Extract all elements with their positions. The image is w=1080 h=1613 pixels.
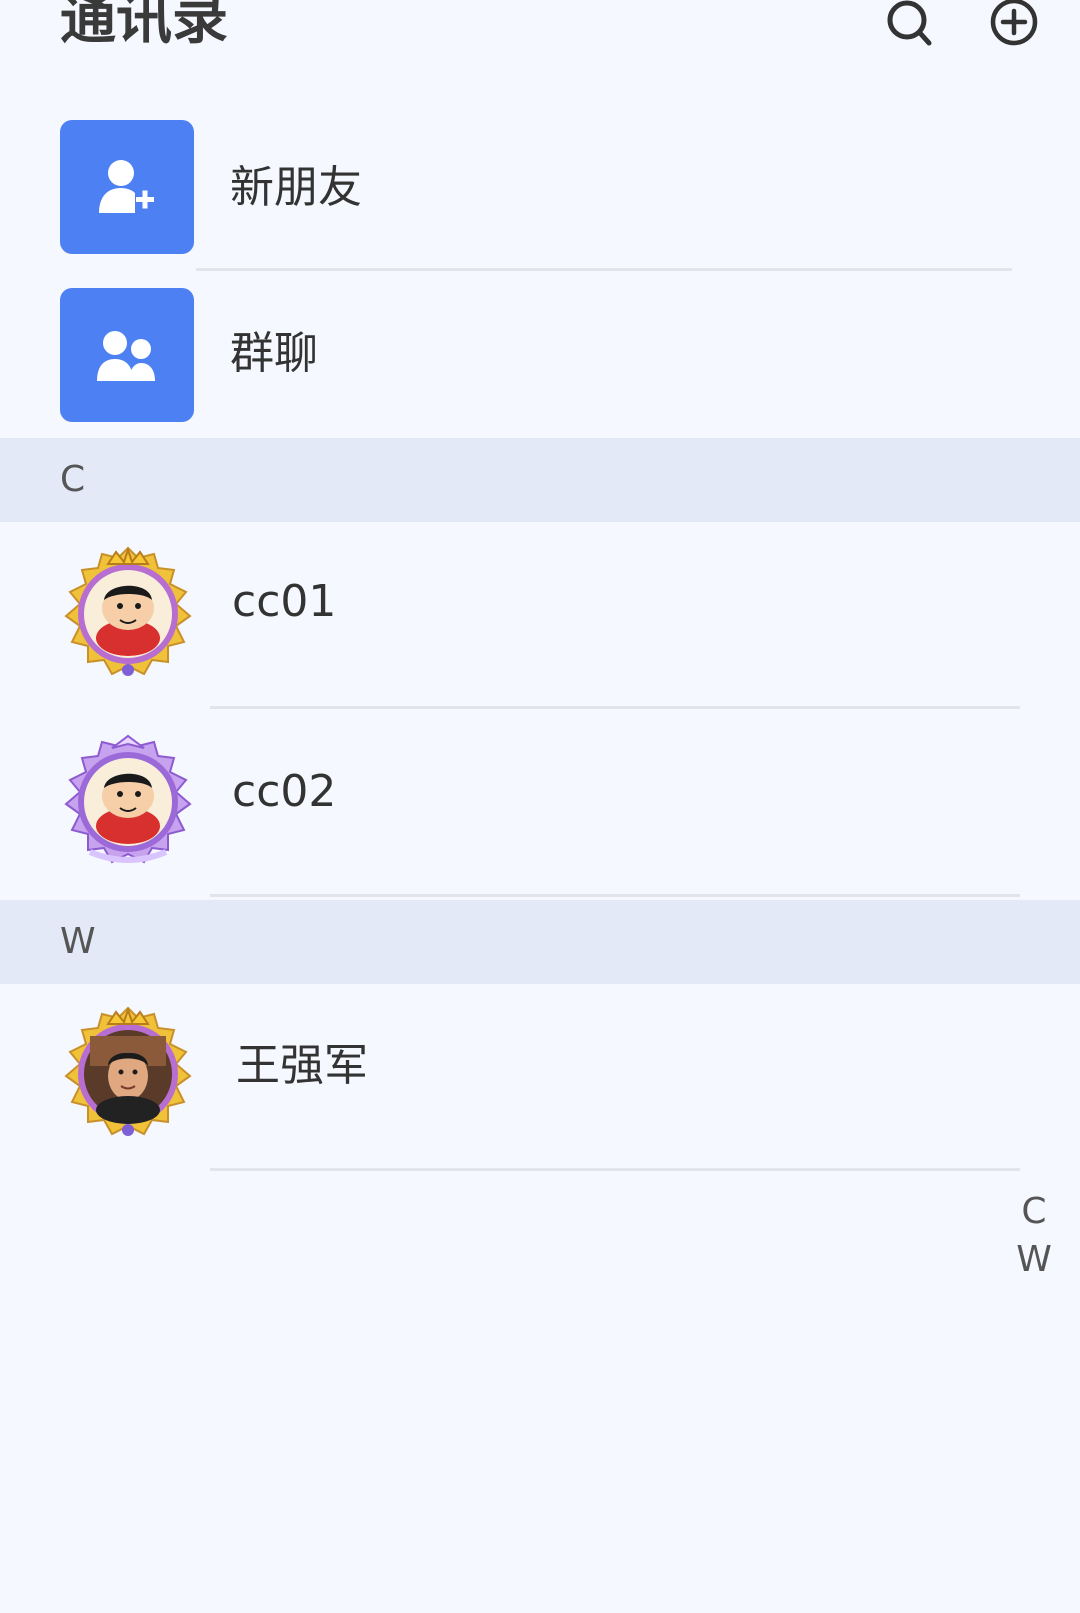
group-chats-tile [60,288,194,422]
contact-row[interactable]: cc02 [0,712,1080,896]
divider [210,894,1020,897]
index-letter-w[interactable]: W [1010,1236,1058,1284]
contact-row[interactable]: 王强军 [0,984,1080,1172]
avatar [64,1006,192,1136]
top-bar: 通讯录 [0,0,1080,100]
group-chats-label: 群聊 [230,328,318,379]
contact-name: cc02 [232,766,337,817]
new-friends-tile [60,120,194,254]
new-friends-item[interactable]: 新朋友 [0,118,1080,268]
divider [196,268,1012,271]
search-icon [887,0,932,46]
alphabet-index-bar[interactable]: C W [1010,1188,1058,1284]
avatar [64,546,192,676]
add-friend-icon [99,160,154,213]
section-header-w: W [0,900,1080,984]
contact-row[interactable]: cc01 [0,522,1080,710]
new-friends-label: 新朋友 [230,162,362,213]
section-letter: W [60,921,96,962]
search-button[interactable] [882,0,938,48]
add-button[interactable] [986,0,1042,48]
group-chat-icon [97,331,155,381]
avatar [64,734,192,864]
section-letter: C [60,459,86,500]
page-title: 通讯录 [60,0,228,52]
group-chats-item[interactable]: 群聊 [0,286,1080,434]
plus-circle-icon [990,0,1038,46]
divider [210,706,1020,709]
divider [210,1168,1020,1171]
section-header-c: C [0,438,1080,522]
index-letter-c[interactable]: C [1010,1188,1058,1236]
contact-name: 王强军 [236,1040,368,1091]
contact-name: cc01 [232,576,337,627]
